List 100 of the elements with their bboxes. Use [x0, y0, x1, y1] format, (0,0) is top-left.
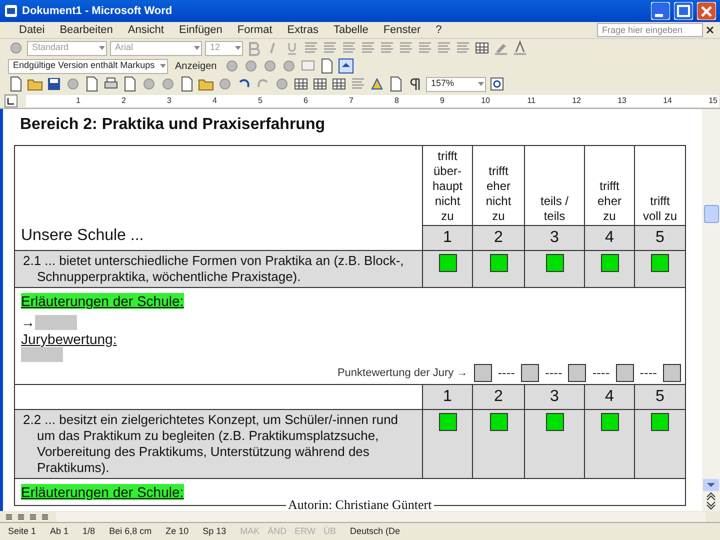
score-field[interactable] [663, 364, 681, 382]
score-field[interactable] [474, 364, 492, 382]
score-field[interactable] [568, 364, 586, 382]
form-checkbox[interactable] [438, 412, 456, 430]
word-app-icon[interactable] [4, 4, 18, 18]
status-text: Ab 1 [50, 524, 69, 538]
section-label: Erläuterungen der Schule: [21, 293, 184, 309]
reviewing-pane-icon[interactable] [338, 58, 354, 74]
form-checkbox[interactable] [490, 412, 508, 430]
border-icon[interactable] [474, 40, 490, 56]
ruler-number: 11 [526, 96, 536, 104]
input-field[interactable] [21, 347, 63, 362]
show-menu-button[interactable]: Anzeigen [171, 58, 221, 74]
status-text: Seite 1 [8, 524, 36, 538]
separator-text: ---- [498, 364, 516, 382]
table-cell: 1 [422, 384, 472, 409]
window-title: Dokument1 - Microsoft Word [22, 4, 174, 19]
minimize-button[interactable] [651, 2, 670, 20]
ruler-number: 5 [257, 96, 264, 104]
vertical-scrollbar[interactable] [702, 109, 720, 511]
arrow-glyph: → [21, 314, 35, 330]
ruler-number: 2 [120, 96, 127, 104]
ruler-number: 6 [302, 96, 309, 104]
table-cell: 4 [584, 384, 634, 409]
table-cell: 2 [472, 226, 524, 250]
horizontal-scrollbar[interactable] [56, 512, 706, 522]
status-text: Ze 10 [166, 524, 189, 538]
drawing-icon[interactable] [369, 76, 385, 92]
form-checkbox[interactable] [546, 412, 564, 430]
scroll-down-icon[interactable] [703, 479, 719, 491]
form-checkbox[interactable] [651, 412, 669, 430]
ruler-number: 13 [616, 96, 628, 104]
separator-text: ---- [592, 364, 610, 382]
language-status: Deutsch (De [350, 524, 400, 538]
table-cell: 5 [634, 226, 686, 250]
form-checkbox[interactable] [651, 254, 669, 272]
help-search-field[interactable]: Frage hier eingeben [597, 23, 703, 37]
menu-item[interactable]: Datei [12, 22, 52, 38]
normal-view-icon[interactable] [4, 512, 14, 522]
close-button[interactable] [697, 2, 716, 20]
ruler-number: 7 [348, 96, 354, 104]
form-checkbox[interactable] [600, 254, 618, 272]
status-text: Bei 6,8 cm [109, 524, 152, 538]
menu-item[interactable]: Extras [280, 22, 326, 38]
table-cell: 3 [524, 226, 584, 250]
insert-table-icon[interactable] [312, 76, 328, 92]
scroll-thumb[interactable] [704, 205, 718, 223]
separator-text: ---- [545, 364, 562, 382]
save-icon[interactable] [46, 76, 62, 92]
tables-icon[interactable] [293, 76, 309, 92]
tab-stop-icon[interactable] [4, 94, 18, 108]
jury-label: Jurybewertung: [21, 330, 117, 347]
form-checkbox[interactable] [438, 254, 456, 272]
menu-item[interactable]: Einfügen [172, 22, 230, 38]
menu-item[interactable]: Ansicht [120, 22, 171, 38]
score-field[interactable] [616, 364, 634, 382]
maximize-button[interactable] [674, 2, 693, 20]
menu-item[interactable]: Tabelle [326, 22, 376, 38]
form-checkbox[interactable] [600, 412, 618, 430]
separator-text: ---- [640, 364, 657, 382]
ruler-number: 9 [439, 96, 446, 104]
menu-item[interactable]: ? [428, 22, 449, 38]
zoom-dropdown[interactable]: 157% [426, 76, 486, 92]
ruler-number: 15 [708, 96, 718, 104]
form-checkbox[interactable] [490, 254, 508, 272]
dropdown-arrow-icon[interactable] [193, 44, 201, 52]
ruler-number: 3 [166, 96, 172, 104]
ruler-number: 4 [212, 96, 218, 104]
status-text: Sp 13 [202, 524, 226, 538]
section-heading: Bereich 2: Praktika und Praxiserfahrung [19, 115, 326, 135]
table-cell: 2.2 ... besitzt ein zielgerichtetes Konzept, um Schüler/-innen rund um das Praktikum zu begleiten (z.B. Praktikumsplatzsuche, Vorbereitung des Praktikums, Unterstützung während des Praktikums). [14, 409, 422, 478]
menu-item[interactable]: Format [230, 22, 280, 38]
status-text: 1/8 [82, 524, 96, 538]
menu-item[interactable]: Fenster [376, 22, 428, 38]
jury-score-label: Punktewertung der Jury → [337, 366, 468, 380]
table-cell: 2 [472, 384, 524, 409]
ruler-number: 1 [75, 96, 82, 104]
form-checkbox[interactable] [546, 254, 564, 272]
dropdown-arrow-icon[interactable] [477, 80, 485, 88]
new-document-icon[interactable] [8, 76, 24, 92]
table-cell: 4 [584, 226, 634, 250]
table-cell: 5 [634, 384, 686, 409]
dropdown-arrow-icon[interactable] [159, 62, 167, 70]
ruler-number: 12 [571, 96, 582, 104]
ruler-number: 8 [394, 96, 400, 104]
close-icon[interactable] [704, 24, 716, 36]
menu-item[interactable]: Bearbeiten [52, 22, 120, 38]
score-field[interactable] [521, 364, 540, 382]
dropdown-arrow-icon[interactable] [98, 44, 106, 52]
table-cell: 1 [422, 226, 472, 250]
ruler-number: 14 [662, 96, 673, 104]
ruler-number: 10 [480, 96, 491, 104]
table-cell: 2.1 ... bietet unterschiedliche Formen von Praktika an (z.B. Block-, Schnupperpraktika, wöchentliche Praxistage). [14, 250, 422, 288]
table-cell: 3 [524, 384, 584, 409]
table-cell: Unsere Schule ... [14, 146, 422, 250]
font-color-icon[interactable] [512, 40, 528, 56]
dropdown-arrow-icon[interactable] [234, 44, 242, 52]
section-label: Erläuterungen der Schule: [21, 484, 184, 500]
markup-view-dropdown[interactable]: Endgültige Version enthält Markups [8, 58, 168, 74]
input-field[interactable] [35, 314, 77, 330]
